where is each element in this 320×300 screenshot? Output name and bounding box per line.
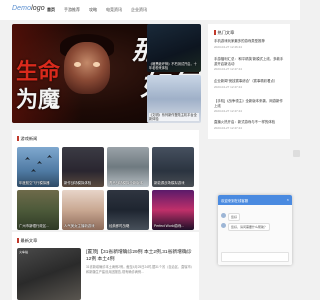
jet-icon: [47, 155, 52, 158]
chat-title: 欢迎来到在线客服: [221, 199, 249, 203]
game-card-caption: Perfect World游戏...: [154, 224, 185, 228]
jet-icon: [25, 157, 30, 160]
latest-articles-title: 最新文章: [17, 238, 37, 244]
hero-character-eyes: [74, 62, 100, 68]
chat-message: 您好，请问需要什么帮助？: [221, 223, 271, 231]
latest-article-headline[interactable]: [置顶]【31省新增确诊29例 本土2例,31省新增确诊12例 本土4例: [86, 250, 196, 263]
chat-body: 您好 您好，请问需要什么帮助？: [218, 205, 292, 265]
news-item-title[interactable]: 手机游戏玩家最多的游戏类型推荐: [214, 39, 286, 44]
news-item-title[interactable]: 【手机]《战争领主》全新版本来袭，网游新作上线: [214, 99, 286, 108]
chat-widget: 欢迎来到在线客服 × 您好 您好，请问需要什么帮助？: [218, 195, 292, 265]
game-card[interactable]: 新能源战场模拟游戏: [152, 147, 194, 187]
game-card[interactable]: 新作战场模拟体验: [62, 147, 104, 187]
game-card-caption: 经典即时战略: [109, 224, 130, 228]
game-card-caption: 新能源战场模拟游戏: [154, 181, 185, 185]
news-item-date: 2023-04-27 12:47:44: [214, 125, 242, 130]
news-item[interactable]: 手机游戏玩家最多的游戏类型推荐 2023-04-27 12:46:44: [214, 39, 286, 49]
news-item-date: 2023-04-27 12:47:44: [214, 109, 242, 113]
close-icon[interactable]: ×: [287, 197, 289, 202]
game-news-section: 游戏新闻 年度航空飞行模拟器 新作战场模拟体验 青马战场模拟全新版本 新能源战场…: [12, 130, 199, 230]
logo-text-b: logo: [31, 5, 45, 12]
news-item-title[interactable]: 手游福利汇总：‘和平精英’新模式上线，多款手游开启新活动: [214, 57, 286, 66]
nav-item-home[interactable]: 首页: [47, 7, 55, 13]
hero-title-line2: 为魔: [16, 87, 61, 113]
news-item-date: 2023-04-27 12:47:44: [214, 84, 242, 89]
latest-article-thumb[interactable]: 火车站: [17, 248, 81, 300]
site-header: Demologo 首页 手游推荐 攻略 电竞资讯 企业资讯: [0, 0, 300, 20]
game-card-caption: 年度航空飞行模拟器: [19, 181, 50, 185]
news-item[interactable]: 手游福利汇总：‘和平精英’新模式上线，多款手游开启新活动 2023-04-27 …: [214, 57, 286, 71]
site-logo[interactable]: Demologo: [12, 5, 45, 12]
news-item[interactable]: 企业新闻“竞技赛事综合”（赛事精彩看点） 2023-04-27 12:47:44: [214, 79, 286, 89]
chat-bubble: 您好，请问需要什么帮助？: [228, 223, 271, 231]
game-card-caption: 人气美女主播新游戏: [64, 224, 95, 228]
game-card-caption: 新作战场模拟体验: [64, 181, 92, 185]
main-nav: 首页 手游推荐 攻略 电竞资讯 企业资讯: [47, 7, 147, 13]
game-card[interactable]: 青马战场模拟全新版本: [107, 147, 149, 187]
avatar: [221, 213, 226, 218]
hot-news-title: 热门文章: [214, 30, 234, 36]
chat-header: 欢迎来到在线客服 ×: [218, 195, 292, 205]
game-card[interactable]: Perfect World游戏...: [152, 190, 194, 230]
latest-thumb-caption: 火车站: [19, 250, 29, 254]
logo-text-a: Demo: [12, 5, 32, 12]
featured-thumb-1[interactable]: 《暗黑破坏神》不朽测试开启，十年老粉来体验: [147, 24, 201, 72]
news-item[interactable]: 直播火热开启：新式游戏与不一样的体验 2023-04-27 12:47:44: [214, 120, 286, 130]
game-card-caption: 青马战场模拟全新版本: [109, 181, 143, 185]
game-card[interactable]: 年度航空飞行模拟器: [17, 147, 59, 187]
news-item-date: 2023-04-27 12:46:44: [214, 44, 242, 49]
featured-thumb-caption: 《暗黑破坏神》不朽测试开启，十年老粉来体验: [149, 61, 197, 70]
news-item-title[interactable]: 直播火热开启：新式游戏与不一样的体验: [214, 120, 286, 125]
jet-icon: [31, 169, 36, 172]
hero-character: [64, 42, 110, 94]
news-item-date: 2023-04-27 12:47:44: [214, 67, 242, 71]
game-card[interactable]: 人气美女主播新游戏: [62, 190, 104, 230]
nav-item-company[interactable]: 企业资讯: [131, 7, 147, 13]
chat-bubble: 您好: [228, 213, 241, 221]
hot-news-panel: 热门文章 手机游戏玩家最多的游戏类型推荐 2023-04-27 12:46:44…: [208, 24, 290, 139]
chat-message: 您好: [221, 213, 241, 221]
latest-articles-section: 最新文章 火车站 [置顶]【31省新增确诊29例 本土2例,31省新增确诊12例…: [12, 232, 199, 300]
chat-input[interactable]: [221, 252, 289, 262]
game-news-title: 游戏新闻: [17, 136, 37, 142]
news-item-title[interactable]: 企业新闻“竞技赛事综合”（赛事精彩看点）: [214, 79, 286, 84]
jet-icon: [37, 161, 42, 164]
nav-item-esports[interactable]: 电竞资讯: [106, 7, 122, 13]
featured-thumb-caption: 《文明》系列新作登陆主机平台全新体验: [149, 112, 199, 121]
news-item[interactable]: 【手机]《战争领主》全新版本来袭，网游新作上线 2023-04-27 12:47…: [214, 99, 286, 113]
nav-item-mobile-games[interactable]: 手游推荐: [64, 7, 80, 13]
game-card[interactable]: 经典即时战略: [107, 190, 149, 230]
latest-article-excerpt: 31省新增确诊本土病例2例。截至4月25日24时,据31个省（自治区、直辖市）和…: [86, 265, 194, 274]
game-card[interactable]: 广州市新帽行政区...: [17, 190, 59, 230]
game-card-caption: 广州市新帽行政区...: [19, 224, 49, 228]
nav-item-guides[interactable]: 攻略: [89, 7, 97, 13]
featured-thumb-2[interactable]: 《文明》系列新作登陆主机平台全新体验: [147, 75, 201, 123]
avatar: [221, 223, 226, 228]
back-to-top-button[interactable]: [293, 150, 300, 157]
